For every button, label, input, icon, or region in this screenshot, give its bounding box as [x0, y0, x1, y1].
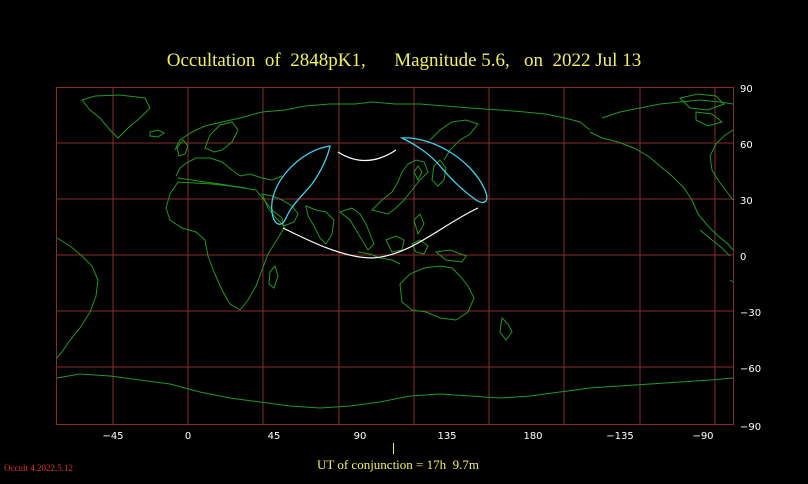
lat-label: 90: [740, 84, 753, 95]
coastlines: [56, 93, 734, 409]
conjunction-time: UT of conjunction = 17h 9.7m: [317, 457, 479, 472]
lat-label: 30: [740, 196, 753, 207]
grid-lines: [57, 88, 733, 424]
lon-label: 0: [185, 431, 191, 442]
lon-label: 90: [354, 431, 367, 442]
world-map: −45 0 45 90 135 180 −135 −90 90 60 30 0 …: [56, 84, 761, 442]
lat-label: 60: [740, 140, 753, 151]
northern-limit: [337, 149, 397, 162]
lon-label: −45: [102, 431, 123, 442]
rise-set-curves: [271, 137, 488, 225]
lon-label: 135: [437, 431, 456, 442]
lon-label: −90: [692, 431, 713, 442]
lat-label: 0: [740, 252, 746, 263]
lon-label: 45: [268, 431, 281, 442]
lon-label: −135: [606, 431, 633, 442]
lon-label: 180: [523, 431, 542, 442]
lat-label: −60: [740, 364, 761, 375]
conjunction-marker: [393, 443, 394, 454]
latitude-labels: 90 60 30 0 −30 −60 −90: [740, 84, 761, 433]
version-label: Occult 4.2022.5.12: [4, 463, 73, 473]
map-frame: [56, 87, 734, 425]
lat-label: −90: [740, 422, 761, 433]
lat-label: −30: [740, 308, 761, 319]
longitude-labels: −45 0 45 90 135 180 −135 −90: [102, 431, 713, 442]
